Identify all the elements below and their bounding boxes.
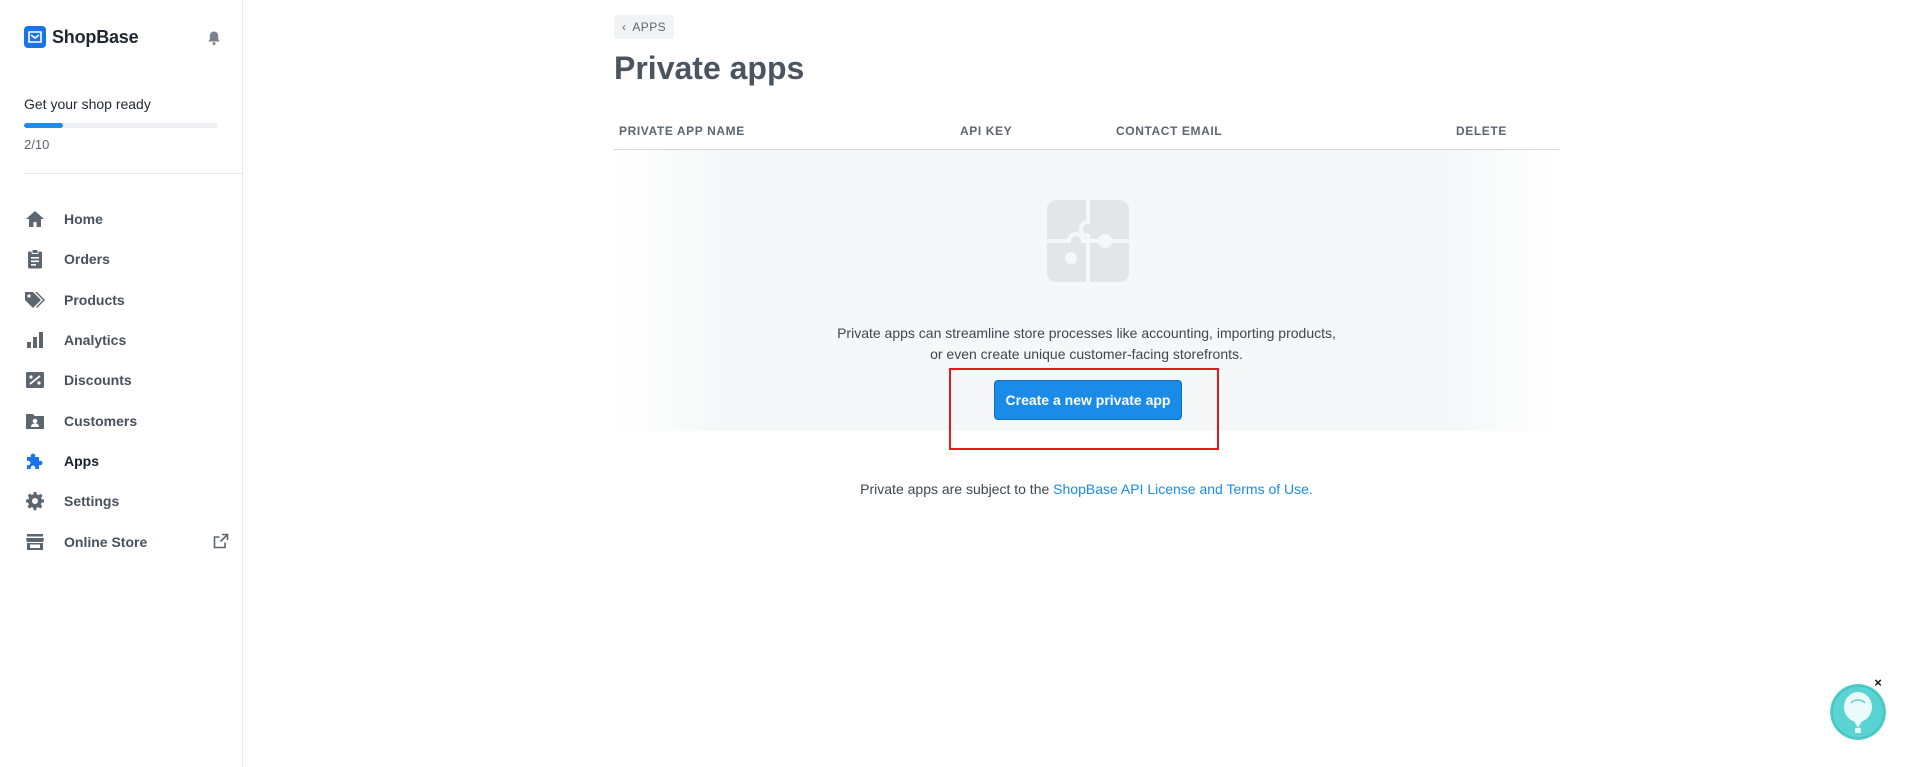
help-chat-widget[interactable]: [1829, 683, 1887, 741]
contact-card-icon: [24, 410, 46, 432]
gear-icon: [24, 490, 46, 512]
sidebar-item-label: Apps: [64, 452, 99, 469]
bar-chart-icon: [24, 329, 46, 351]
sidebar-item-label: Orders: [64, 251, 110, 268]
page-title: Private apps: [614, 50, 805, 86]
discount-ticket-icon: [24, 369, 46, 391]
sidebar-divider: [24, 173, 243, 174]
terms-prefix: Private apps are subject to the: [860, 481, 1054, 497]
breadcrumb-back-link[interactable]: ‹ APPS: [614, 15, 675, 39]
sidebar: ShopBase Get your shop ready 2/10 Home O…: [0, 0, 243, 767]
column-header-delete: DELETE: [1456, 124, 1507, 138]
sidebar-item-discounts[interactable]: Discounts: [24, 360, 229, 400]
column-header-api-key: API KEY: [960, 124, 1013, 138]
sidebar-item-label: Customers: [64, 412, 138, 429]
puzzle-icon: [24, 450, 46, 472]
storefront-icon: [24, 531, 46, 553]
sidebar-nav: Home Orders Products Analytics Discounts: [24, 199, 229, 562]
external-link-icon[interactable]: [213, 533, 229, 549]
sidebar-item-label: Discounts: [64, 372, 132, 389]
sidebar-item-settings[interactable]: Settings: [24, 481, 229, 521]
sidebar-item-customers[interactable]: Customers: [24, 400, 229, 440]
chevron-left-icon: ‹: [622, 20, 627, 34]
setup-progress-fill: [24, 123, 63, 128]
tag-icon: [24, 289, 46, 311]
breadcrumb-label: APPS: [632, 20, 667, 34]
terms-notice: Private apps are subject to the ShopBase…: [614, 481, 1559, 497]
terms-link[interactable]: ShopBase API License and Terms of Use.: [1053, 481, 1313, 497]
empty-state-line-2: or even create unique customer-facing st…: [930, 346, 1243, 362]
create-private-app-button[interactable]: Create a new private app: [994, 380, 1182, 420]
sidebar-item-label: Products: [64, 291, 125, 308]
sidebar-item-analytics[interactable]: Analytics: [24, 320, 229, 360]
setup-progress[interactable]: Get your shop ready 2/10: [24, 96, 218, 152]
sidebar-item-label: Settings: [64, 493, 120, 510]
clipboard-icon: [24, 248, 46, 270]
column-header-private-app-name: PRIVATE APP NAME: [619, 124, 745, 138]
setup-title: Get your shop ready: [24, 96, 151, 112]
empty-state-description: Private apps can streamline store proces…: [614, 323, 1559, 365]
table-header: PRIVATE APP NAME API KEY CONTACT EMAIL D…: [614, 116, 1559, 150]
sidebar-item-orders[interactable]: Orders: [24, 239, 229, 279]
help-widget-close-icon[interactable]: ×: [1871, 676, 1885, 690]
sidebar-item-label: Analytics: [64, 332, 127, 349]
empty-state-line-1: Private apps can streamline store proces…: [837, 325, 1336, 341]
sidebar-item-label: Home: [64, 211, 103, 228]
shopbase-logo-icon: [24, 26, 46, 48]
home-icon: [24, 208, 46, 230]
bell-icon[interactable]: [206, 30, 222, 46]
sidebar-item-products[interactable]: Products: [24, 280, 229, 320]
balloon-icon: [1830, 684, 1886, 740]
puzzle-illustration-icon: [1047, 200, 1129, 282]
setup-count: 2/10: [24, 137, 50, 152]
sidebar-item-home[interactable]: Home: [24, 199, 229, 239]
brand[interactable]: ShopBase: [24, 26, 139, 48]
sidebar-item-apps[interactable]: Apps: [24, 441, 229, 481]
sidebar-item-online-store[interactable]: Online Store: [24, 521, 229, 561]
setup-progress-bar: [24, 123, 218, 128]
sidebar-item-label: Online Store: [64, 533, 148, 550]
column-header-contact-email: CONTACT EMAIL: [1116, 124, 1223, 138]
brand-name: ShopBase: [52, 26, 139, 47]
